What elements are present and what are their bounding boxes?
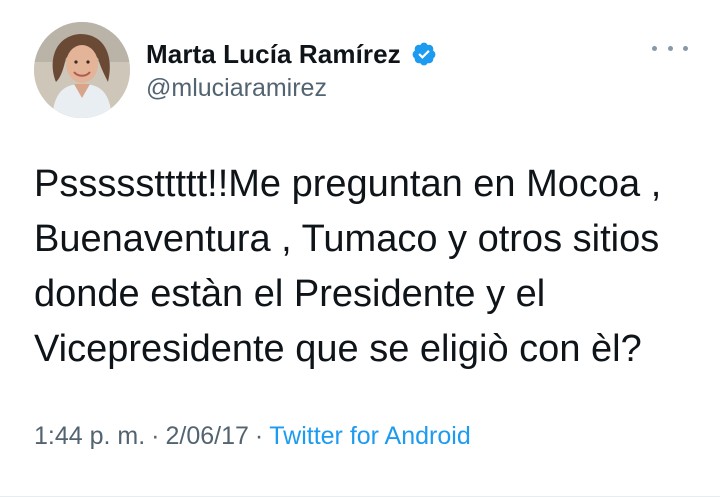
tweet-date[interactable]: 2/06/17 [166, 422, 249, 450]
tweet-card: Marta Lucía Ramírez @mluciaramirez Pssss… [0, 0, 720, 497]
more-dots-icon[interactable] [652, 40, 688, 56]
tweet-source-link[interactable]: Twitter for Android [269, 422, 470, 450]
tweet-meta: 1:44 p. m. · 2/06/17 · Twitter for Android [34, 422, 471, 451]
author-name-row: Marta Lucía Ramírez [146, 38, 437, 70]
more-dot [683, 45, 688, 51]
tweet-text: Psssssttttt!!Me preguntan en Mocoa , Bue… [34, 157, 694, 377]
profile-photo [34, 22, 130, 118]
more-dot [667, 45, 673, 51]
tweet-time[interactable]: 1:44 p. m. [34, 422, 145, 450]
tweet-text-line: Vicepresidente que se eligiò con èl? [34, 328, 642, 370]
verified-badge-icon [411, 41, 437, 67]
author-display-name[interactable]: Marta Lucía Ramírez [146, 39, 401, 70]
tweet-text-line: Buenaventura , Tumaco y otros sitios [34, 218, 660, 260]
tweet-text-line: donde estàn el Presidente y el [34, 273, 546, 315]
tweet-text-line: Psssssttttt!!Me preguntan en Mocoa , [34, 163, 662, 205]
author-handle[interactable]: @mluciaramirez [146, 74, 327, 103]
meta-separator: · [254, 422, 264, 450]
meta-separator: · [151, 422, 160, 450]
avatar[interactable] [34, 22, 130, 118]
more-dot [652, 45, 657, 51]
